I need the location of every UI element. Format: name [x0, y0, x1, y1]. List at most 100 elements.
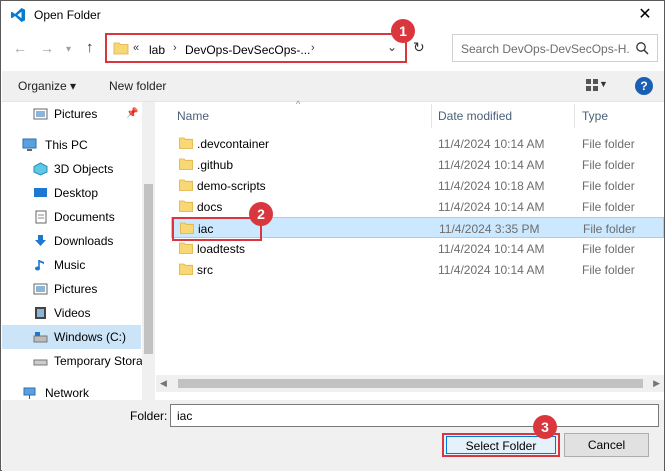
close-icon[interactable]: ✕ — [634, 4, 656, 26]
breadcrumb-devops[interactable]: DevOps-DevSecOps-... — [185, 43, 310, 57]
vscode-icon — [11, 8, 25, 22]
horizontal-scrollbar[interactable]: ◀ ▶ — [156, 375, 664, 392]
annotation-badge-1: 1 — [391, 19, 415, 43]
help-icon[interactable]: ? — [635, 77, 653, 95]
sort-ascending-icon: ^ — [296, 99, 301, 109]
column-header-date[interactable]: Date modified — [438, 109, 512, 123]
address-dropdown-icon[interactable]: ⌄ — [387, 40, 397, 54]
file-name: docs — [197, 200, 223, 214]
new-folder-button[interactable]: New folder — [109, 79, 166, 93]
sidebar-item-label: Desktop — [54, 186, 99, 200]
address-bar[interactable]: « lab › DevOps-DevSecOps-... › ⌄ — [105, 33, 407, 63]
view-dropdown-icon[interactable]: ▼ — [599, 79, 608, 89]
forward-arrow-icon[interactable]: → — [40, 39, 54, 57]
file-row[interactable]: src 11/4/2024 10:14 AM File folder — [171, 259, 664, 280]
organize-menu[interactable]: Organize ▾ — [18, 79, 76, 93]
overflow-chevron[interactable]: « — [133, 42, 139, 54]
file-type: File folder — [582, 179, 635, 193]
pin-icon[interactable]: 📌 — [126, 108, 138, 119]
desktop-icon — [34, 188, 47, 197]
column-header-name[interactable]: Name — [177, 109, 209, 123]
search-input[interactable]: Search DevOps-DevSecOps-H... — [461, 42, 629, 56]
sidebar-item-label: Network — [45, 386, 90, 400]
window-title: Open Folder — [34, 8, 101, 22]
breadcrumb-chevron-icon[interactable]: › — [173, 42, 177, 54]
file-row[interactable]: loadtests 11/4/2024 10:14 AM File folder — [171, 238, 664, 259]
sidebar-item-label: Pictures — [54, 107, 98, 121]
sidebar-item-label: This PC — [45, 138, 88, 152]
sidebar-item-network[interactable]: Network — [2, 381, 141, 400]
file-row[interactable]: .devcontainer 11/4/2024 10:14 AM File fold… — [171, 133, 664, 154]
pictures-icon — [33, 108, 48, 120]
sidebar-item-pictures-quick[interactable]: Pictures 📌 — [2, 102, 141, 126]
navigation-pane: Pictures 📌 This PC 3D Objects Desktop Do… — [2, 102, 155, 400]
sidebar-item-temporary-storage[interactable]: Temporary Stora — [2, 349, 143, 373]
sidebar-item-videos[interactable]: Videos — [2, 301, 141, 325]
folder-icon — [179, 158, 193, 170]
pictures-icon — [33, 283, 48, 295]
search-box[interactable]: Search DevOps-DevSecOps-H... — [452, 34, 658, 62]
file-date: 11/4/2024 3:35 PM — [439, 222, 540, 236]
file-date: 11/4/2024 10:14 AM — [438, 137, 545, 151]
sidebar-scrollbar[interactable] — [142, 102, 155, 400]
sidebar-item-3d-objects[interactable]: 3D Objects — [2, 157, 141, 181]
folder-icon — [179, 242, 193, 254]
breadcrumb-lab[interactable]: lab — [149, 43, 165, 57]
folder-input[interactable]: iac — [170, 404, 659, 427]
file-type: File folder — [582, 158, 635, 172]
dialog-footer: Folder: iac Select Folder Cancel — [2, 400, 664, 471]
sidebar-item-documents[interactable]: Documents — [2, 205, 141, 229]
sidebar-scrollbar-thumb[interactable] — [144, 184, 153, 354]
drive-icon — [33, 359, 48, 366]
breadcrumb-chevron-icon[interactable]: › — [311, 42, 315, 54]
open-folder-dialog: Open Folder ✕ ← → ▾ ↑ « lab › DevOps-Dev… — [0, 0, 665, 471]
horizontal-scrollbar-thumb[interactable] — [178, 379, 643, 388]
music-icon — [35, 260, 44, 271]
column-divider[interactable] — [431, 104, 432, 128]
file-name: .devcontainer — [197, 137, 270, 151]
file-type: File folder — [582, 263, 635, 277]
folder-icon — [179, 200, 193, 212]
scroll-right-icon[interactable]: ▶ — [653, 378, 660, 389]
file-row[interactable]: .github 11/4/2024 10:14 AM File folder — [171, 154, 664, 175]
sidebar-item-music[interactable]: Music — [2, 253, 141, 277]
refresh-icon[interactable]: ↻ — [413, 39, 425, 56]
command-toolbar: Organize ▾ New folder ▼ ? — [2, 71, 664, 102]
file-date: 11/4/2024 10:18 AM — [438, 179, 545, 193]
sidebar-item-this-pc[interactable]: This PC — [2, 133, 141, 157]
file-type: File folder — [582, 200, 635, 214]
file-name: demo-scripts — [197, 179, 266, 193]
file-name: .github — [197, 158, 234, 172]
folder-icon — [179, 137, 193, 149]
annotation-badge-2: 2 — [249, 202, 273, 226]
file-row[interactable]: docs 11/4/2024 10:14 AM File folder — [171, 196, 664, 217]
file-name: src — [197, 263, 213, 277]
documents-icon — [35, 210, 47, 224]
cancel-button[interactable]: Cancel — [564, 433, 649, 457]
3d-objects-icon — [33, 162, 48, 176]
sidebar-item-pictures[interactable]: Pictures — [2, 277, 141, 301]
sidebar-item-desktop[interactable]: Desktop — [2, 181, 141, 205]
column-divider[interactable] — [574, 104, 575, 128]
videos-icon — [35, 307, 46, 319]
up-arrow-icon[interactable]: ↑ — [86, 39, 94, 57]
search-icon — [636, 42, 649, 55]
file-type: File folder — [582, 242, 635, 256]
sidebar-item-label: Music — [54, 258, 86, 272]
column-header-type[interactable]: Type — [582, 109, 608, 123]
back-arrow-icon[interactable]: ← — [13, 39, 27, 57]
recent-locations-chevron-icon[interactable]: ▾ — [66, 41, 71, 59]
annotation-highlight-iac — [172, 217, 262, 241]
select-folder-label: Select Folder — [446, 436, 556, 454]
drive-icon — [33, 332, 48, 343]
file-row[interactable]: demo-scripts 11/4/2024 10:18 AM File folde… — [171, 175, 664, 196]
sidebar-item-downloads[interactable]: Downloads — [2, 229, 141, 253]
sidebar-item-windows-c[interactable]: Windows (C:) — [2, 325, 141, 349]
file-list: ^ Name Date modified Type .devcontainer 1… — [156, 99, 664, 400]
scroll-left-icon[interactable]: ◀ — [160, 378, 167, 389]
sidebar-item-label: Downloads — [54, 234, 114, 248]
file-date: 11/4/2024 10:14 AM — [438, 158, 545, 172]
sidebar-item-label: Temporary Stora — [54, 354, 143, 368]
folder-label: Folder: — [130, 409, 168, 423]
view-options-icon[interactable] — [586, 79, 598, 91]
